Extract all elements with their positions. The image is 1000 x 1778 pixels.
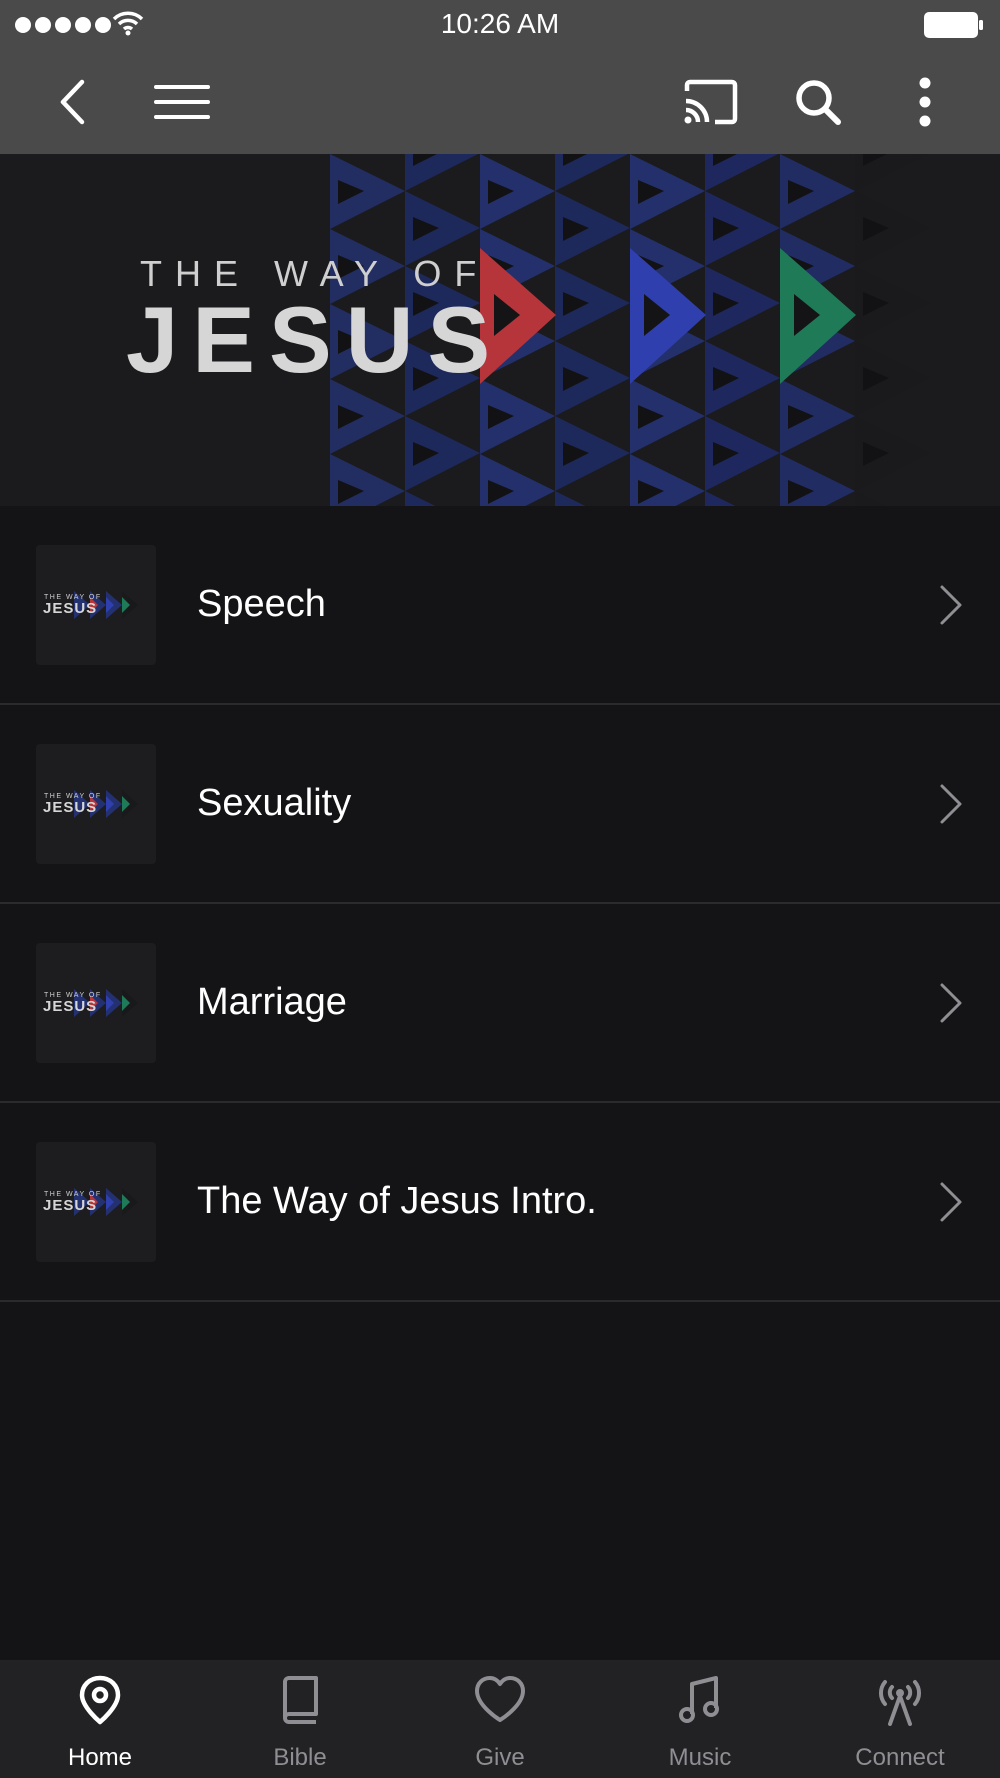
series-thumbnail: THE WAY OF JESUS (36, 744, 156, 864)
search-button[interactable] (773, 50, 863, 154)
back-button[interactable] (28, 50, 118, 154)
search-icon (796, 80, 841, 125)
more-options-button[interactable] (880, 50, 970, 154)
broadcast-icon (800, 1674, 1000, 1731)
tab-give[interactable]: Give (400, 1660, 600, 1778)
music-note-icon (600, 1674, 800, 1731)
bottom-tab-bar: Home Bible Give Music Connect (0, 1660, 1000, 1778)
banner-title: JESUS (126, 287, 504, 392)
sermon-list: THE WAY OF JESUS Speech THE WAY OF JESUS… (0, 506, 1000, 1302)
list-item[interactable]: THE WAY OF JESUS Marriage (0, 904, 1000, 1103)
series-banner: THE WAY OF JESUS (0, 154, 1000, 506)
chevron-right-icon (940, 983, 962, 1023)
location-pin-icon (0, 1674, 200, 1731)
chevron-right-icon (940, 784, 962, 824)
tab-label: Bible (273, 1744, 327, 1771)
tab-home[interactable]: Home (0, 1660, 200, 1778)
cast-icon (684, 79, 738, 125)
chevron-right-icon (940, 585, 962, 625)
tab-music[interactable]: Music (600, 1660, 800, 1778)
menu-button[interactable] (137, 50, 227, 154)
menu-icon (154, 85, 210, 119)
tab-connect[interactable]: Connect (800, 1660, 1000, 1778)
series-thumbnail: THE WAY OF JESUS (36, 943, 156, 1063)
thumbnail-title: JESUS (43, 799, 97, 816)
thumbnail-title: JESUS (43, 600, 97, 617)
thumbnail-title: JESUS (43, 1197, 97, 1214)
thumbnail-title: JESUS (43, 998, 97, 1015)
top-toolbar (0, 50, 1000, 154)
list-item[interactable]: THE WAY OF JESUS Sexuality (0, 705, 1000, 904)
more-vertical-icon (919, 77, 931, 127)
list-item-title: Sexuality (197, 782, 352, 824)
series-thumbnail: THE WAY OF JESUS (36, 1142, 156, 1262)
back-icon (60, 79, 85, 125)
list-item[interactable]: THE WAY OF JESUS The Way of Jesus Intro. (0, 1103, 1000, 1302)
list-item-title: Marriage (197, 981, 347, 1023)
status-bar: 10:26 AM (0, 0, 1000, 50)
list-item[interactable]: THE WAY OF JESUS Speech (0, 506, 1000, 705)
list-item-title: The Way of Jesus Intro. (197, 1180, 597, 1222)
series-thumbnail: THE WAY OF JESUS (36, 545, 156, 665)
battery-icon (924, 12, 983, 38)
tab-label: Home (67, 1744, 133, 1771)
chevron-right-icon (940, 1182, 962, 1222)
tab-label: Music (668, 1744, 732, 1771)
cast-button[interactable] (666, 50, 756, 154)
list-item-title: Speech (197, 583, 326, 625)
tab-label: Connect (855, 1744, 945, 1771)
heart-icon (400, 1674, 600, 1731)
series-banner-art: THE WAY OF JESUS (0, 154, 1000, 506)
tab-bible[interactable]: Bible (200, 1660, 400, 1778)
book-icon (200, 1674, 400, 1731)
status-time: 10:26 AM (440, 8, 560, 39)
tab-label: Give (475, 1744, 525, 1771)
